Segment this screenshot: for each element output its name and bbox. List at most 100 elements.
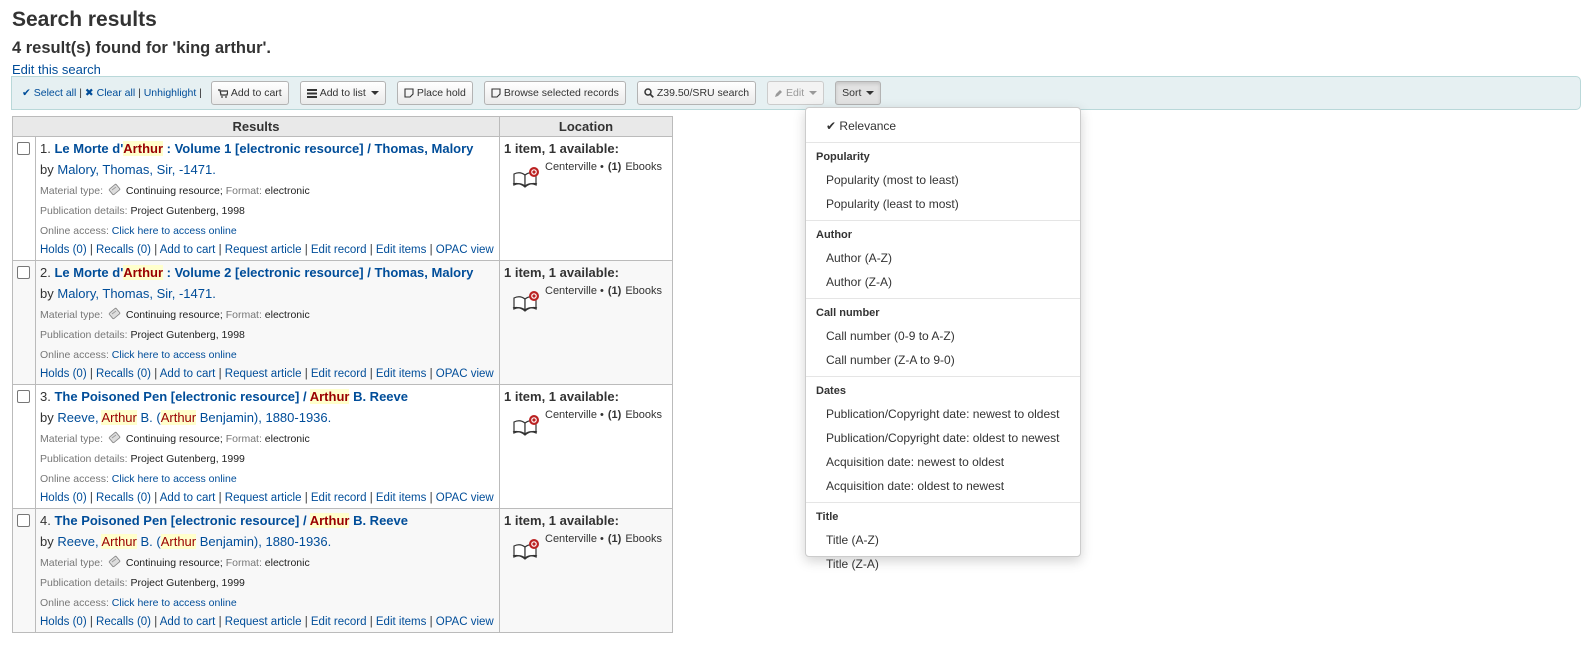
online-access-line: Online access: Click here to access onli… xyxy=(40,593,495,613)
action-link-recalls-0[interactable]: Recalls (0) xyxy=(96,616,151,628)
sort-option[interactable]: Publication/Copyright date: newest to ol… xyxy=(806,402,1080,426)
title-link[interactable]: The Poisoned Pen [electronic resource] /… xyxy=(54,389,408,404)
sort-option[interactable]: Publication/Copyright date: oldest to ne… xyxy=(806,426,1080,450)
author-link[interactable]: Reeve, Arthur B. (Arthur Benjamin), 1880… xyxy=(57,534,331,549)
action-link-request-article[interactable]: Request article xyxy=(225,368,302,380)
result-number: 1. xyxy=(40,141,51,156)
action-link-holds-0[interactable]: Holds (0) xyxy=(40,368,87,380)
unhighlight-link[interactable]: Unhighlight xyxy=(144,87,197,99)
menu-divider xyxy=(806,220,1080,221)
action-link-recalls-0[interactable]: Recalls (0) xyxy=(96,244,151,256)
author-highlight: Arthur xyxy=(101,534,137,549)
action-link-edit-record[interactable]: Edit record xyxy=(311,616,367,628)
place-hold-button[interactable]: Place hold xyxy=(396,81,473,105)
select-all-link[interactable]: ✔ Select all xyxy=(22,87,76,99)
title-link[interactable]: Le Morte d'Arthur : Volume 2 [electronic… xyxy=(54,265,473,280)
row-checkbox[interactable] xyxy=(17,266,30,279)
sort-option[interactable]: Author (A-Z) xyxy=(806,246,1080,270)
online-access-link[interactable]: Click here to access online xyxy=(112,349,237,361)
action-link-request-article[interactable]: Request article xyxy=(225,244,302,256)
action-link-holds-0[interactable]: Holds (0) xyxy=(40,244,87,256)
separator: | xyxy=(301,244,311,256)
online-access-label: Online access: xyxy=(40,473,109,485)
separator: | xyxy=(366,616,376,628)
title-link[interactable]: Le Morte d'Arthur : Volume 1 [electronic… xyxy=(54,141,473,156)
sort-group-header: Popularity xyxy=(816,151,870,163)
action-link-add-to-cart[interactable]: Add to cart xyxy=(160,368,216,380)
action-link-holds-0[interactable]: Holds (0) xyxy=(40,492,87,504)
online-access-line: Online access: Click here to access onli… xyxy=(40,469,495,489)
sort-option[interactable]: Acquisition date: newest to oldest xyxy=(806,450,1080,474)
action-link-request-article[interactable]: Request article xyxy=(225,492,302,504)
clear-all-link[interactable]: ✖ Clear all xyxy=(85,87,135,99)
action-link-edit-record[interactable]: Edit record xyxy=(311,244,367,256)
author-link[interactable]: Malory, Thomas, Sir, -1471. xyxy=(57,286,215,301)
collection-name: Ebooks xyxy=(625,285,663,297)
action-link-add-to-cart[interactable]: Add to cart xyxy=(160,492,216,504)
row-checkbox[interactable] xyxy=(17,514,30,527)
edit-button[interactable]: Edit xyxy=(767,81,825,105)
location-cell: 1 item, 1 available: Centerville • (1) Ebo… xyxy=(499,136,673,261)
action-link-add-to-cart[interactable]: Add to cart xyxy=(160,616,216,628)
caret-down-icon xyxy=(809,91,818,95)
action-link-recalls-0[interactable]: Recalls (0) xyxy=(96,368,151,380)
record-actions: Holds (0) | Recalls (0) | Add to cart | … xyxy=(40,613,495,632)
action-link-opac-view[interactable]: OPAC view xyxy=(436,368,494,380)
row-checkbox[interactable] xyxy=(17,142,30,155)
action-link-opac-view[interactable]: OPAC view xyxy=(436,244,494,256)
sort-option[interactable]: Title (A-Z) xyxy=(806,528,1080,552)
row-select-cell xyxy=(12,260,36,385)
separator: | xyxy=(151,368,160,380)
by-label: by xyxy=(40,534,54,549)
publication-line: Publication details: Project Gutenberg, … xyxy=(40,201,495,221)
action-link-edit-record[interactable]: Edit record xyxy=(311,492,367,504)
row-checkbox[interactable] xyxy=(17,390,30,403)
online-access-link[interactable]: Click here to access online xyxy=(112,225,237,237)
browse-selected-label: Browse selected records xyxy=(503,87,619,99)
z3950-search-button[interactable]: Z39.50/SRU search xyxy=(636,81,757,105)
separator: | xyxy=(86,244,97,256)
title-link[interactable]: The Poisoned Pen [electronic resource] /… xyxy=(54,513,408,528)
by-label: by xyxy=(40,410,54,425)
sort-option-relevance[interactable]: ✔ Relevance xyxy=(806,114,1080,138)
sort-option[interactable]: Title (Z-A) xyxy=(806,552,1080,576)
title-highlight: Arthur xyxy=(123,265,164,280)
online-access-link[interactable]: Click here to access online xyxy=(112,597,237,609)
action-link-add-to-cart[interactable]: Add to cart xyxy=(160,244,216,256)
author-link[interactable]: Reeve, Arthur B. (Arthur Benjamin), 1880… xyxy=(57,410,331,425)
browse-selected-button[interactable]: Browse selected records xyxy=(483,81,626,105)
action-link-edit-items[interactable]: Edit items xyxy=(376,492,427,504)
author-part: Reeve, xyxy=(57,534,102,549)
material-type-line: Material type: Continuing resource; Form… xyxy=(40,555,310,569)
item-count: (1) xyxy=(607,533,622,545)
action-link-edit-record[interactable]: Edit record xyxy=(311,368,367,380)
add-to-list-button[interactable]: Add to list xyxy=(299,81,386,105)
edit-search-link[interactable]: Edit this search xyxy=(12,62,101,77)
record-actions: Holds (0) | Recalls (0) | Add to cart | … xyxy=(40,489,495,508)
location-cell: 1 item, 1 available: Centerville • (1) Ebo… xyxy=(499,508,673,633)
action-link-recalls-0[interactable]: Recalls (0) xyxy=(96,492,151,504)
add-to-cart-button[interactable]: Add to cart xyxy=(210,81,289,105)
sort-option[interactable]: Popularity (least to most) xyxy=(806,192,1080,216)
format-label: Format: xyxy=(225,433,262,445)
action-link-opac-view[interactable]: OPAC view xyxy=(436,616,494,628)
publication-value: Project Gutenberg, 1998 xyxy=(130,205,245,217)
sort-button[interactable]: Sort xyxy=(835,81,882,105)
sort-option[interactable]: Call number (Z-A to 9-0) xyxy=(806,348,1080,372)
action-link-opac-view[interactable]: OPAC view xyxy=(436,492,494,504)
availability-summary: 1 item, 1 available: xyxy=(504,141,619,156)
separator: | xyxy=(301,616,311,628)
action-link-edit-items[interactable]: Edit items xyxy=(376,616,427,628)
online-access-link[interactable]: Click here to access online xyxy=(112,473,237,485)
sort-option[interactable]: Call number (0-9 to A-Z) xyxy=(806,324,1080,348)
action-link-edit-items[interactable]: Edit items xyxy=(376,244,427,256)
author-part: B. ( xyxy=(136,534,161,549)
author-link[interactable]: Malory, Thomas, Sir, -1471. xyxy=(57,162,215,177)
sort-option[interactable]: Author (Z-A) xyxy=(806,270,1080,294)
sort-option[interactable]: Popularity (most to least) xyxy=(806,168,1080,192)
author-highlight: Arthur xyxy=(101,410,137,425)
sort-option[interactable]: Acquisition date: oldest to newest xyxy=(806,474,1080,498)
action-link-holds-0[interactable]: Holds (0) xyxy=(40,616,87,628)
action-link-edit-items[interactable]: Edit items xyxy=(376,368,427,380)
action-link-request-article[interactable]: Request article xyxy=(225,616,302,628)
